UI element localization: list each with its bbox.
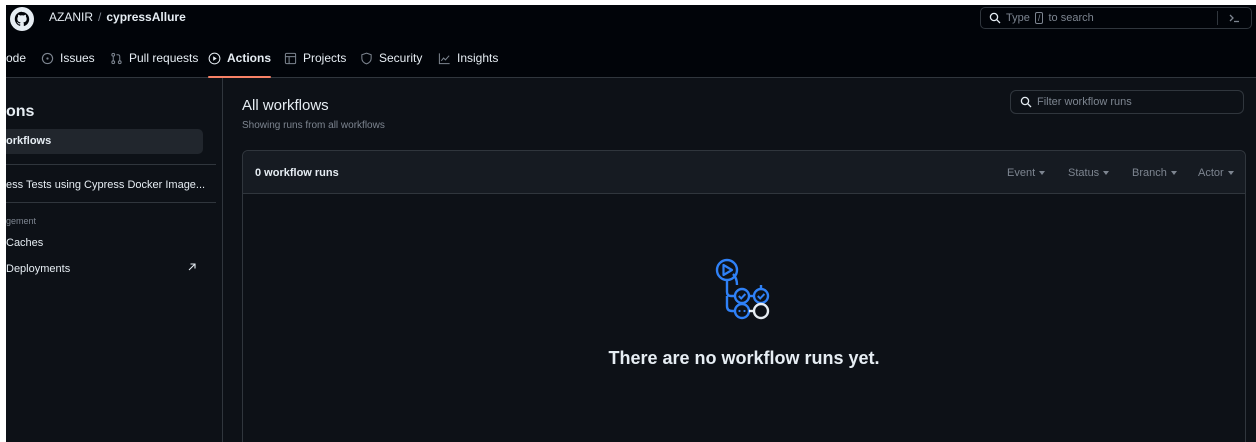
- tab-projects[interactable]: Projects: [284, 45, 346, 78]
- runs-count: 0 workflow runs: [255, 167, 339, 179]
- page-subtitle: Showing runs from all workflows: [242, 120, 385, 131]
- github-logo-icon[interactable]: [10, 7, 34, 31]
- pull-request-icon: [111, 52, 122, 65]
- shield-icon: [361, 52, 372, 65]
- tab-actions[interactable]: Actions: [208, 45, 272, 78]
- sidebar-divider: [6, 164, 216, 165]
- event-filter-dropdown[interactable]: Event: [1007, 167, 1046, 179]
- tab-code-label: ode: [6, 51, 27, 65]
- table-icon: [284, 52, 297, 65]
- header: AZANIR / cypressAllure Type / to search od…: [6, 5, 1256, 78]
- play-icon: [208, 52, 221, 65]
- sidebar-group-label: gement: [6, 216, 37, 226]
- command-palette-icon[interactable]: [1227, 11, 1243, 25]
- repo-link[interactable]: cypressAllure: [106, 10, 185, 24]
- filter-workflow-runs[interactable]: [1010, 90, 1244, 114]
- branch-filter-dropdown[interactable]: Branch: [1132, 167, 1177, 179]
- status-filter-dropdown[interactable]: Status: [1068, 167, 1110, 179]
- tab-pull-requests-label: Pull requests: [129, 51, 199, 65]
- owner-link[interactable]: AZANIR: [49, 10, 93, 24]
- global-search[interactable]: Type / to search: [980, 7, 1252, 29]
- graph-icon: [438, 53, 450, 65]
- app-window: AZANIR / cypressAllure Type / to search od…: [6, 5, 1256, 442]
- workflow-empty-state-icon: [715, 258, 770, 320]
- breadcrumb: AZANIR / cypressAllure: [49, 10, 186, 24]
- tab-insights[interactable]: Insights: [438, 45, 498, 78]
- caret-down-icon: [1170, 171, 1177, 176]
- external-link-icon: [188, 263, 196, 271]
- tab-issues-label: Issues: [60, 51, 95, 65]
- filter-input[interactable]: [1037, 94, 1237, 110]
- tab-issues[interactable]: Issues: [41, 45, 95, 78]
- issue-icon: [41, 52, 54, 65]
- actor-filter-label: Actor: [1198, 167, 1224, 179]
- branch-filter-label: Branch: [1132, 167, 1167, 179]
- search-icon: [989, 12, 1001, 24]
- tab-code[interactable]: ode: [6, 45, 26, 78]
- page-title: All workflows: [242, 97, 329, 114]
- search-divider: [1217, 11, 1218, 25]
- workflow-runs-panel: 0 workflow runs Event Status Branch Acto…: [242, 150, 1246, 442]
- actions-sidebar: ons orkflows ess Tests using Cypress Doc…: [6, 78, 223, 442]
- tab-pull-requests[interactable]: Pull requests: [110, 45, 198, 78]
- breadcrumb-separator: /: [98, 10, 102, 24]
- sidebar-item-all-workflows[interactable]: orkflows: [6, 129, 203, 154]
- search-shortcut-key: /: [1034, 12, 1044, 24]
- actor-filter-dropdown[interactable]: Actor: [1198, 167, 1234, 179]
- caret-down-icon: [1039, 171, 1046, 176]
- tab-projects-label: Projects: [303, 51, 347, 65]
- sidebar-item-caches[interactable]: Caches: [6, 237, 43, 249]
- caret-down-icon: [1103, 171, 1110, 176]
- runs-header: 0 workflow runs Event Status Branch Acto…: [243, 151, 1245, 194]
- search-icon: [1020, 96, 1032, 108]
- tab-insights-label: Insights: [457, 51, 499, 65]
- event-filter-label: Event: [1007, 167, 1036, 179]
- search-placeholder: Type / to search: [1006, 12, 1094, 24]
- tab-actions-label: Actions: [227, 51, 272, 65]
- status-filter-label: Status: [1068, 167, 1100, 179]
- search-text-after: to search: [1048, 12, 1094, 24]
- empty-state-message: There are no workflow runs yet.: [608, 348, 880, 368]
- caret-down-icon: [1227, 171, 1234, 176]
- sidebar-item-workflow[interactable]: ess Tests using Cypress Docker Image...: [6, 179, 205, 191]
- tab-security-label: Security: [379, 51, 423, 65]
- sidebar-divider: [6, 202, 216, 203]
- sidebar-title: ons: [6, 103, 35, 120]
- sidebar-item-deployments[interactable]: Deployments: [6, 263, 70, 275]
- search-text-before: Type: [1006, 12, 1030, 24]
- tab-security[interactable]: Security: [360, 45, 422, 78]
